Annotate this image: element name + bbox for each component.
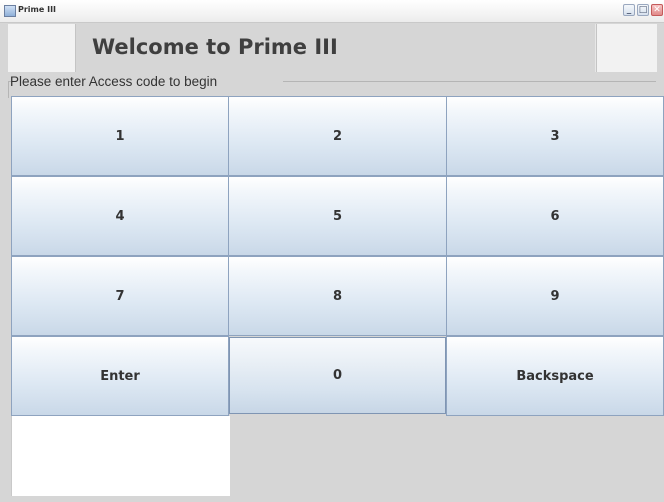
code-display-area	[11, 416, 230, 496]
key-label: 5	[332, 208, 343, 224]
header-left-panel	[8, 24, 76, 72]
close-icon: ✕	[653, 5, 661, 15]
enter-button[interactable]: Enter	[11, 336, 229, 416]
key-label: 0	[332, 368, 343, 383]
keypad: 1 2 3 4 5 6 7 8 9 Enter 0 Backspace	[11, 96, 664, 416]
header-title-panel: Welcome to Prime III	[76, 24, 595, 72]
close-button[interactable]: ✕	[651, 4, 663, 16]
key-3-button[interactable]: 3	[446, 96, 664, 176]
access-code-prompt: Please enter Access code to begin	[10, 74, 218, 89]
key-7-button[interactable]: 7	[11, 256, 229, 336]
key-6-button[interactable]: 6	[446, 176, 664, 256]
key-label: 4	[115, 208, 125, 224]
key-4-button[interactable]: 4	[11, 176, 229, 256]
key-label: 1	[115, 128, 125, 144]
title-bar[interactable]: Prime III _ □ ✕	[0, 0, 664, 23]
key-9-button[interactable]: 9	[446, 256, 664, 336]
maximize-icon: □	[638, 5, 648, 15]
maximize-button[interactable]: □	[637, 4, 649, 16]
key-label: 8	[332, 288, 343, 304]
key-label: 7	[115, 288, 125, 304]
key-8-button[interactable]: 8	[228, 256, 447, 336]
group-border-top	[283, 81, 656, 83]
key-1-button[interactable]: 1	[11, 96, 229, 176]
app-icon	[4, 5, 16, 17]
header-right-panel	[596, 24, 657, 72]
backspace-button[interactable]: Backspace	[446, 336, 664, 416]
key-label: 9	[550, 288, 560, 304]
key-0-button[interactable]: 0	[229, 337, 446, 414]
key-label: 2	[332, 128, 343, 144]
page-title: Welcome to Prime III	[92, 35, 338, 59]
window-bottom-edge	[0, 496, 664, 502]
key-label: 3	[550, 128, 560, 144]
minimize-icon: _	[626, 5, 632, 15]
app-window: Prime III _ □ ✕ Welcome to Prime III Ple…	[0, 0, 664, 502]
key-2-button[interactable]: 2	[228, 96, 447, 176]
minimize-button[interactable]: _	[623, 4, 635, 16]
key-5-button[interactable]: 5	[228, 176, 447, 256]
key-label: 6	[550, 208, 560, 224]
window-title: Prime III	[18, 5, 57, 14]
key-label: Backspace	[516, 368, 594, 384]
header-panel: Welcome to Prime III	[8, 24, 657, 72]
key-label: Enter	[100, 368, 140, 384]
